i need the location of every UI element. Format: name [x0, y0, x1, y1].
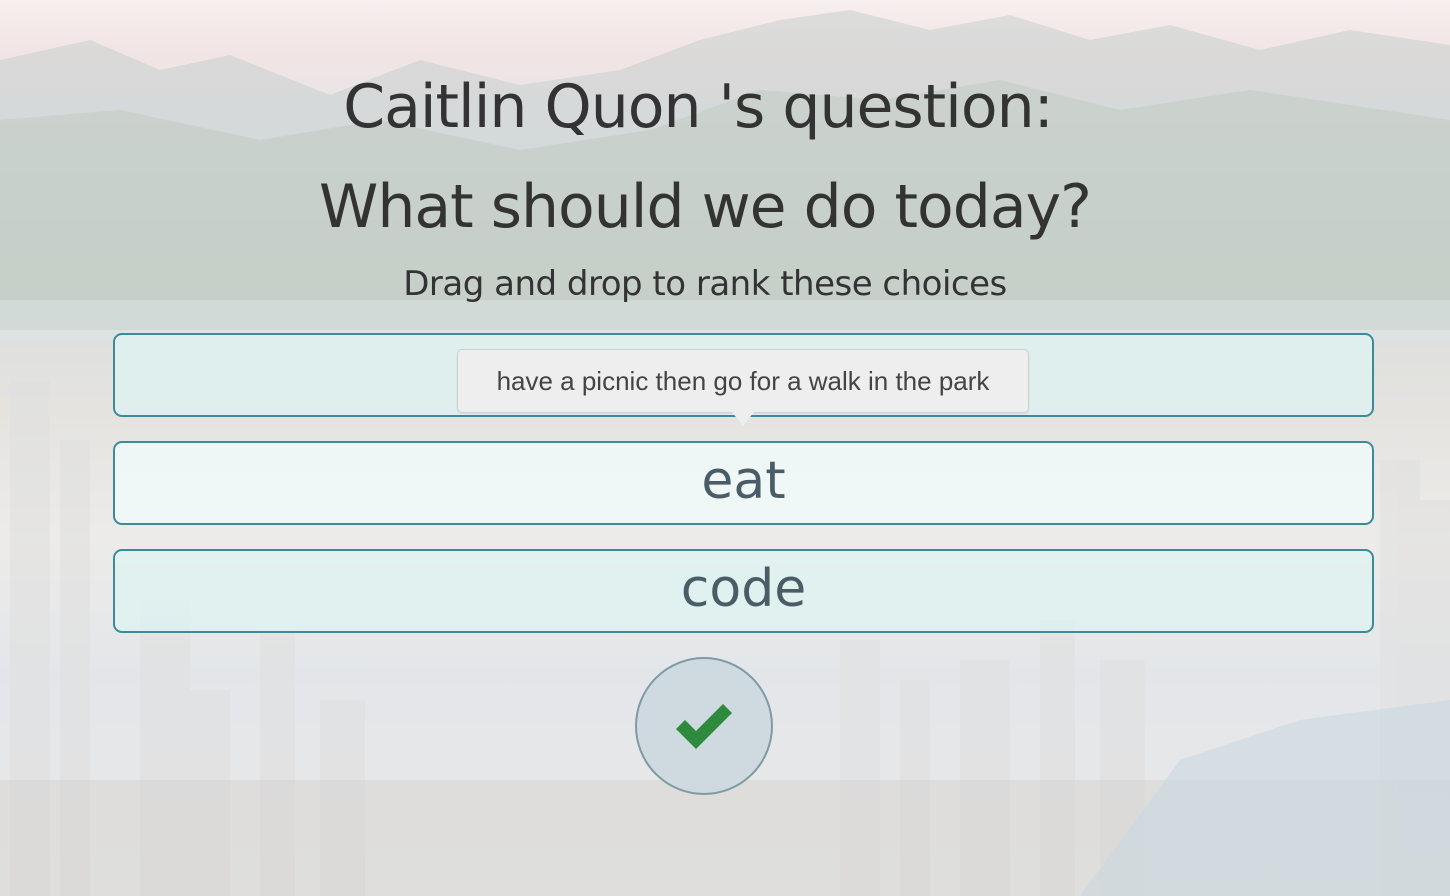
- choice-label: eat: [701, 451, 786, 511]
- choice-label: code: [680, 559, 807, 619]
- choice-item-2[interactable]: eat: [113, 441, 1374, 525]
- asker-title: Caitlin Quon 's question:: [343, 72, 1054, 142]
- choice-item-3[interactable]: code: [113, 549, 1374, 633]
- tooltip-arrow: [732, 412, 754, 426]
- choice-tooltip: have a picnic then go for a walk in the …: [457, 349, 1029, 413]
- checkmark-icon: [676, 704, 732, 749]
- submit-ranking-button[interactable]: [635, 657, 773, 795]
- question-title: What should we do today?: [319, 172, 1092, 242]
- instructions-text: Drag and drop to rank these choices: [403, 264, 1007, 304]
